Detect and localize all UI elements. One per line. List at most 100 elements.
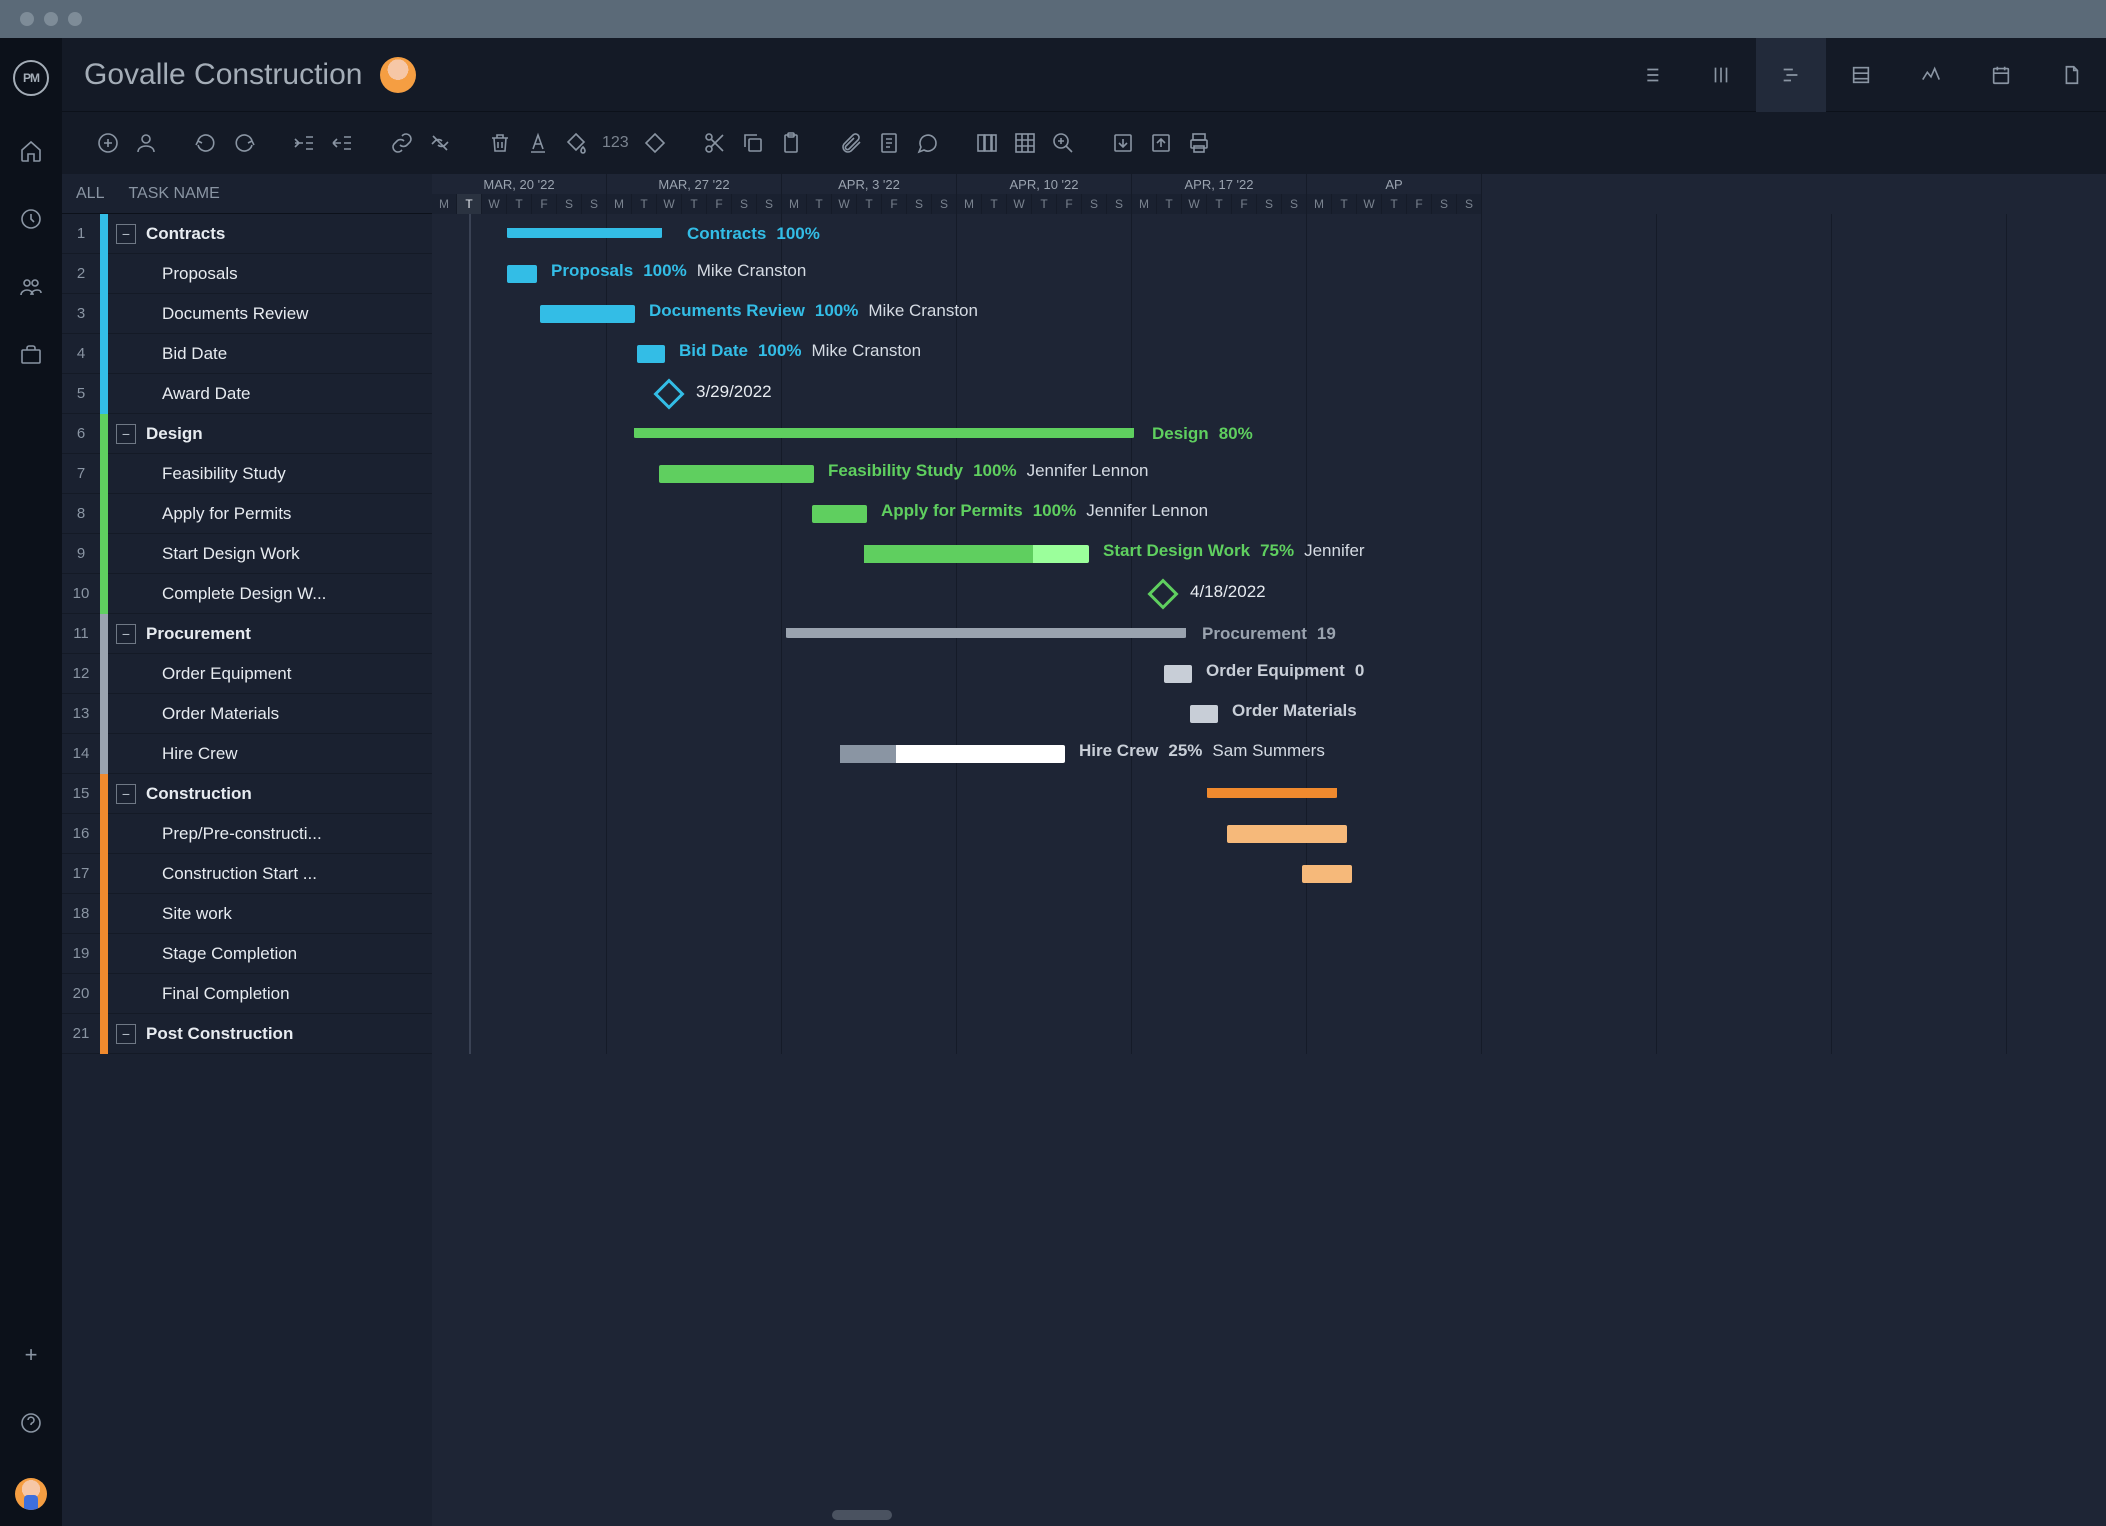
collapse-toggle-icon[interactable]: − [116, 624, 136, 644]
row-color-badge [100, 1014, 108, 1054]
task-row[interactable]: 21−Post Construction [62, 1014, 432, 1054]
view-list-button[interactable] [1616, 38, 1686, 112]
task-row[interactable]: 1−Contracts [62, 214, 432, 254]
summary-bar[interactable] [1207, 788, 1337, 798]
undo-icon[interactable] [194, 131, 218, 155]
header-task-name[interactable]: TASK NAME [128, 185, 219, 203]
task-row[interactable]: 15−Construction [62, 774, 432, 814]
view-gantt-button[interactable] [1756, 38, 1826, 112]
task-row[interactable]: 12Order Equipment [62, 654, 432, 694]
delete-icon[interactable] [488, 131, 512, 155]
project-owner-avatar[interactable] [380, 57, 416, 93]
bar-label: Design80% [1152, 424, 1253, 444]
task-row[interactable]: 19Stage Completion [62, 934, 432, 974]
day-header: T [507, 194, 532, 214]
task-row[interactable]: 4Bid Date [62, 334, 432, 374]
cut-icon[interactable] [703, 131, 727, 155]
task-bar[interactable]: Start Design Work75%Jennifer [864, 545, 1089, 563]
task-bar[interactable]: Apply for Permits100%Jennifer Lennon [812, 505, 867, 523]
comment-icon[interactable] [915, 131, 939, 155]
unlink-icon[interactable] [428, 131, 452, 155]
task-bar[interactable] [1227, 825, 1347, 843]
summary-bar[interactable]: Design80% [634, 428, 1134, 438]
task-row[interactable]: 14Hire Crew [62, 734, 432, 774]
gantt-row: Proposals100%Mike Cranston [432, 254, 2106, 294]
assign-icon[interactable] [134, 131, 158, 155]
zoom-icon[interactable] [1051, 131, 1075, 155]
row-color-badge [100, 374, 108, 414]
task-row[interactable]: 13Order Materials [62, 694, 432, 734]
view-sheet-button[interactable] [1826, 38, 1896, 112]
collapse-toggle-icon[interactable]: − [116, 224, 136, 244]
task-row[interactable]: 20Final Completion [62, 974, 432, 1014]
outdent-icon[interactable] [292, 131, 316, 155]
horizontal-scrollbar[interactable] [832, 1510, 892, 1520]
row-color-badge [100, 534, 108, 574]
task-bar[interactable]: Order Materials [1190, 705, 1218, 723]
day-header: M [782, 194, 807, 214]
grid-icon[interactable] [1013, 131, 1037, 155]
task-bar[interactable]: Feasibility Study100%Jennifer Lennon [659, 465, 814, 483]
app-logo[interactable]: PM [13, 60, 49, 96]
header-all[interactable]: ALL [76, 185, 104, 203]
milestone-tool-icon[interactable] [643, 131, 667, 155]
view-calendar-button[interactable] [1966, 38, 2036, 112]
collapse-toggle-icon[interactable]: − [116, 424, 136, 444]
task-row[interactable]: 6−Design [62, 414, 432, 454]
task-row[interactable]: 3Documents Review [62, 294, 432, 334]
export-icon[interactable] [1149, 131, 1173, 155]
attachment-icon[interactable] [839, 131, 863, 155]
task-row[interactable]: 5Award Date [62, 374, 432, 414]
task-row[interactable]: 2Proposals [62, 254, 432, 294]
print-icon[interactable] [1187, 131, 1211, 155]
task-row[interactable]: 18Site work [62, 894, 432, 934]
task-row[interactable]: 9Start Design Work [62, 534, 432, 574]
add-icon[interactable]: + [25, 1342, 38, 1368]
add-task-icon[interactable] [96, 131, 120, 155]
task-row[interactable]: 10Complete Design W... [62, 574, 432, 614]
task-bar[interactable]: Documents Review100%Mike Cranston [540, 305, 635, 323]
chrome-min-dot[interactable] [44, 12, 58, 26]
user-avatar[interactable] [15, 1478, 47, 1510]
view-file-button[interactable] [2036, 38, 2106, 112]
recent-icon[interactable] [18, 206, 44, 232]
row-number: 12 [62, 665, 100, 682]
task-bar[interactable]: Order Equipment0 [1164, 665, 1192, 683]
columns-icon[interactable] [975, 131, 999, 155]
import-icon[interactable] [1111, 131, 1135, 155]
copy-icon[interactable] [741, 131, 765, 155]
collapse-toggle-icon[interactable]: − [116, 1024, 136, 1044]
fill-color-icon[interactable] [564, 131, 588, 155]
redo-icon[interactable] [232, 131, 256, 155]
paste-icon[interactable] [779, 131, 803, 155]
link-icon[interactable] [390, 131, 414, 155]
summary-bar[interactable]: Contracts100% [507, 228, 662, 238]
task-bar[interactable]: Hire Crew25%Sam Summers [840, 745, 1065, 763]
text-color-icon[interactable] [526, 131, 550, 155]
task-row[interactable]: 17Construction Start ... [62, 854, 432, 894]
task-bar[interactable] [1302, 865, 1352, 883]
view-board-button[interactable] [1686, 38, 1756, 112]
summary-bar[interactable]: Procurement19 [786, 628, 1186, 638]
task-row[interactable]: 16Prep/Pre-constructi... [62, 814, 432, 854]
home-icon[interactable] [18, 138, 44, 164]
toolbar-number-label[interactable]: 123 [602, 134, 629, 152]
task-row[interactable]: 7Feasibility Study [62, 454, 432, 494]
task-row[interactable]: 8Apply for Permits [62, 494, 432, 534]
gantt-panel[interactable]: MAR, 20 '22MAR, 27 '22APR, 3 '22APR, 10 … [432, 174, 2106, 1526]
chrome-max-dot[interactable] [68, 12, 82, 26]
notes-icon[interactable] [877, 131, 901, 155]
task-row[interactable]: 11−Procurement [62, 614, 432, 654]
collapse-toggle-icon[interactable]: − [116, 784, 136, 804]
task-bar[interactable]: Bid Date100%Mike Cranston [637, 345, 665, 363]
indent-icon[interactable] [330, 131, 354, 155]
view-dashboard-button[interactable] [1896, 38, 1966, 112]
portfolio-icon[interactable] [18, 342, 44, 368]
help-icon[interactable] [18, 1410, 44, 1436]
chrome-close-dot[interactable] [20, 12, 34, 26]
milestone-diamond[interactable] [653, 378, 684, 409]
milestone-diamond[interactable] [1147, 578, 1178, 609]
task-bar[interactable]: Proposals100%Mike Cranston [507, 265, 537, 283]
team-icon[interactable] [18, 274, 44, 300]
day-header: S [1282, 194, 1307, 214]
